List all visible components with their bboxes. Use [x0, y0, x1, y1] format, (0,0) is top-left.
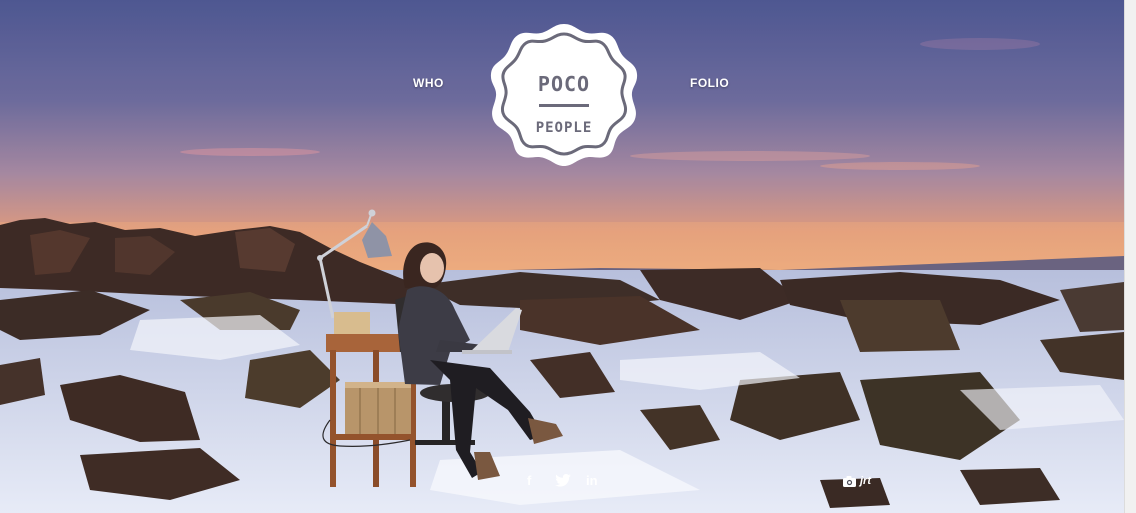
facebook-icon[interactable]: f [527, 474, 531, 488]
twitter-bird-glyph [555, 474, 571, 487]
twitter-icon[interactable] [555, 474, 571, 490]
logo-divider [539, 104, 589, 107]
logo-text-people: PEOPLE [535, 120, 593, 136]
nav-who-link[interactable]: WHO [413, 76, 444, 90]
camera-icon [843, 475, 856, 487]
logo-text-poco: POCO [537, 72, 591, 96]
page: WHO POCO PEOPLE FOLIO f in jrt [0, 0, 1136, 513]
linkedin-icon[interactable]: in [586, 474, 598, 488]
photo-credit[interactable]: jrt [843, 475, 871, 487]
poco-people-logo[interactable]: POCO PEOPLE [490, 20, 638, 166]
vertical-scrollbar[interactable] [1124, 0, 1136, 513]
photo-credit-label: jrt [860, 475, 871, 487]
nav-folio-link[interactable]: FOLIO [690, 76, 729, 90]
